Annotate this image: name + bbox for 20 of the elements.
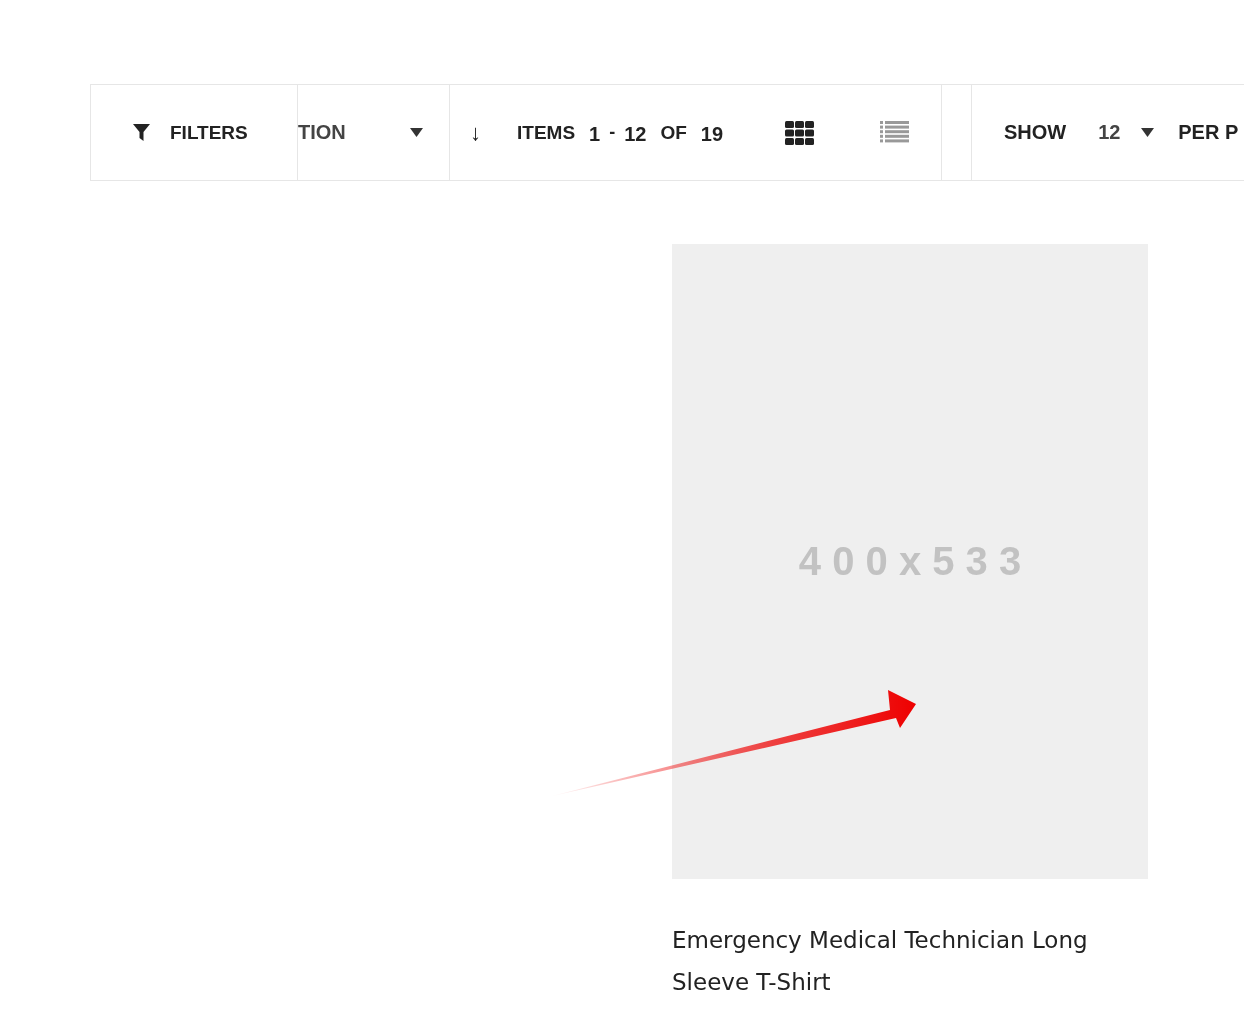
items-from: 1 <box>589 123 601 146</box>
per-page-label: PER P <box>1178 121 1239 144</box>
list-icon <box>879 121 909 144</box>
items-to: 12 <box>624 123 647 146</box>
limit-select[interactable]: 12 <box>1098 121 1155 144</box>
sort-select[interactable]: TION <box>298 121 423 144</box>
product-name-link[interactable]: Emergency Medical Technician Long Sleeve T-Shirt <box>672 919 1102 1003</box>
grid-view-button[interactable] <box>785 120 814 145</box>
items-of: OF <box>660 121 687 144</box>
items-total: 19 <box>700 123 724 146</box>
items-label: ITEMS <box>517 121 576 144</box>
filters-button[interactable]: FILTERS <box>133 121 248 144</box>
list-view-button[interactable] <box>879 121 909 144</box>
filter-icon <box>133 124 150 141</box>
sort-direction-button[interactable]: ↓ <box>470 119 481 146</box>
items-dash: - <box>609 122 616 143</box>
grid-icon <box>785 120 814 145</box>
show-label: SHOW <box>1004 121 1067 144</box>
caret-icon <box>1141 128 1155 137</box>
caret-icon <box>410 128 423 137</box>
